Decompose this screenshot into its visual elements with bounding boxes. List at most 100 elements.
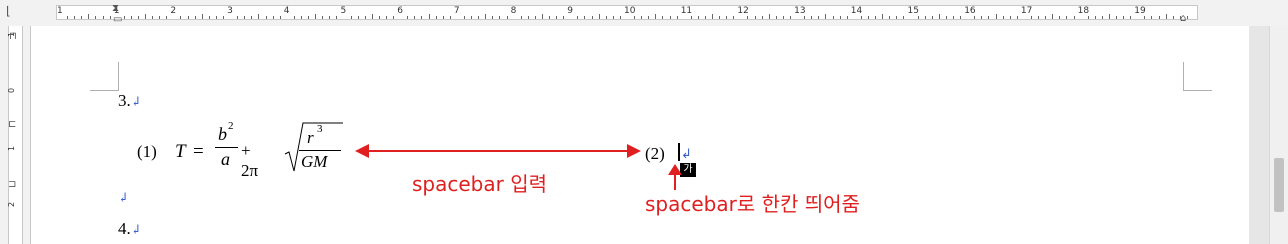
eq-plus-2pi: + 2π [241,141,259,180]
ruler-tick [371,14,373,19]
paragraph-mark-icon: ↲ [130,222,142,237]
margin-corner-top-right [1183,62,1212,91]
ruler-tick [1009,16,1011,19]
equation-number-2: (2) [645,144,665,164]
eq-exponent: 2 [228,120,234,132]
empty-paragraph[interactable]: ↲ [118,187,129,207]
document-page[interactable] [31,26,1249,244]
ruler-tick [237,16,239,19]
ruler-tick [889,16,891,19]
paragraph-mark-icon: ↲ [681,147,692,162]
margin-marker-icon[interactable]: ⊐ [8,180,16,190]
ruler-tick [634,16,636,19]
ruler-tick [584,16,586,19]
ruler-tick [244,16,246,19]
ruler-tick [712,14,714,19]
ruler-tick [279,16,281,19]
ruler-tick [414,16,416,19]
ruler-tick [945,16,947,19]
ruler-tick [1087,16,1089,19]
ruler-number: 3 [227,6,233,16]
ruler-tick [95,16,97,19]
ruler-tick [180,16,182,19]
ruler-tick [201,14,203,19]
vertical-ruler-strip[interactable] [8,26,23,244]
tab-stop-icon[interactable]: ⌊ [6,5,11,17]
ruler-tick [747,16,749,19]
ruler-tick [265,16,267,19]
ruler-tick [67,16,69,19]
top-margin-marker-icon[interactable]: ⊓ [9,32,17,42]
ruler-tick [605,16,607,19]
ruler-tick [471,16,473,19]
eq-denominator-a: a [221,149,230,169]
ruler-tick [506,16,508,19]
ruler-tick [549,16,551,19]
ruler-tick [1094,16,1096,19]
ruler-number: 4 [283,6,290,16]
paragraph-item-4[interactable]: 4.↲ [118,219,142,239]
first-line-indent-marker[interactable]: ⧗ [112,4,119,14]
ruler-tick [364,16,366,19]
right-indent-marker[interactable]: ⌂ [1180,14,1186,24]
ruler-tick [832,16,834,19]
ruler-tick [981,16,983,19]
ruler-tick [123,16,125,19]
ruler-tick [818,16,820,19]
ruler-number: 17 [1020,6,1033,16]
annotation-spacebar-input: spacebar 입력 [412,172,548,196]
ruler-tick [988,16,990,19]
ruler-tick [166,16,168,19]
ruler-tick [612,16,614,19]
text-cursor [678,143,680,161]
eq-denominator-gm: GM [301,152,328,171]
ruler-tick [917,16,919,19]
ruler-tick [1130,16,1132,19]
ruler-tick [591,16,593,19]
ruler-number: 10 [624,6,636,16]
ruler-number: 12 [737,6,749,16]
horizontal-ruler[interactable]: 1 1 2 3 4 5 6 7 8 9 10 11 12 13 14 15 16 17 18 19 ⧗ ▭ ⌂ ⌊ [0,0,1288,27]
ruler-number: 15 [907,6,919,16]
ruler-tick [563,16,565,19]
ruler-tick [1144,16,1146,19]
ruler-tick [782,16,784,19]
ruler-tick [867,16,869,19]
fraction-bar [215,147,238,148]
ruler-tick [527,16,529,19]
scrollbar-thumb[interactable] [1274,158,1284,212]
ruler-number: 13 [794,6,806,16]
ruler-number: 8 [510,6,517,16]
ruler-tick [641,16,643,19]
ruler-tick [350,16,352,19]
margin-marker-icon[interactable]: ⊏ [8,120,16,130]
eq-numerator-r: r [307,128,314,147]
ruler-tick [541,14,543,19]
ruler-tick [145,14,147,19]
equation-number: (1) [137,142,157,161]
ruler-number: 1 [57,6,63,16]
ruler-tick [463,16,465,19]
vertical-scrollbar[interactable] [1269,26,1288,244]
ruler-tick [768,14,770,19]
ruler-tick [336,16,338,19]
ruler-tick [619,16,621,19]
ruler-tick [648,16,650,19]
ruler-tick [258,14,260,19]
ruler-tick [953,16,955,19]
ruler-tick [577,16,579,19]
ruler-number: 5 [340,6,347,16]
ruler-tick [662,16,664,19]
ruler-tick [733,16,735,19]
ruler-tick [300,16,302,19]
ruler-tick [825,14,827,19]
ruler-tick [492,16,494,19]
hanging-indent-marker[interactable]: ▭ [113,15,122,25]
ruler-tick [804,16,806,19]
ruler-number: 6 [397,6,403,16]
ruler-tick [1059,16,1061,19]
ruler-tick [194,16,196,19]
ruler-tick [208,16,210,19]
paragraph-item-3[interactable]: 3.↲ [118,91,142,111]
vertical-ruler[interactable]: 1 0 1 2 ⊓ ⊏ ⊐ [0,26,31,244]
